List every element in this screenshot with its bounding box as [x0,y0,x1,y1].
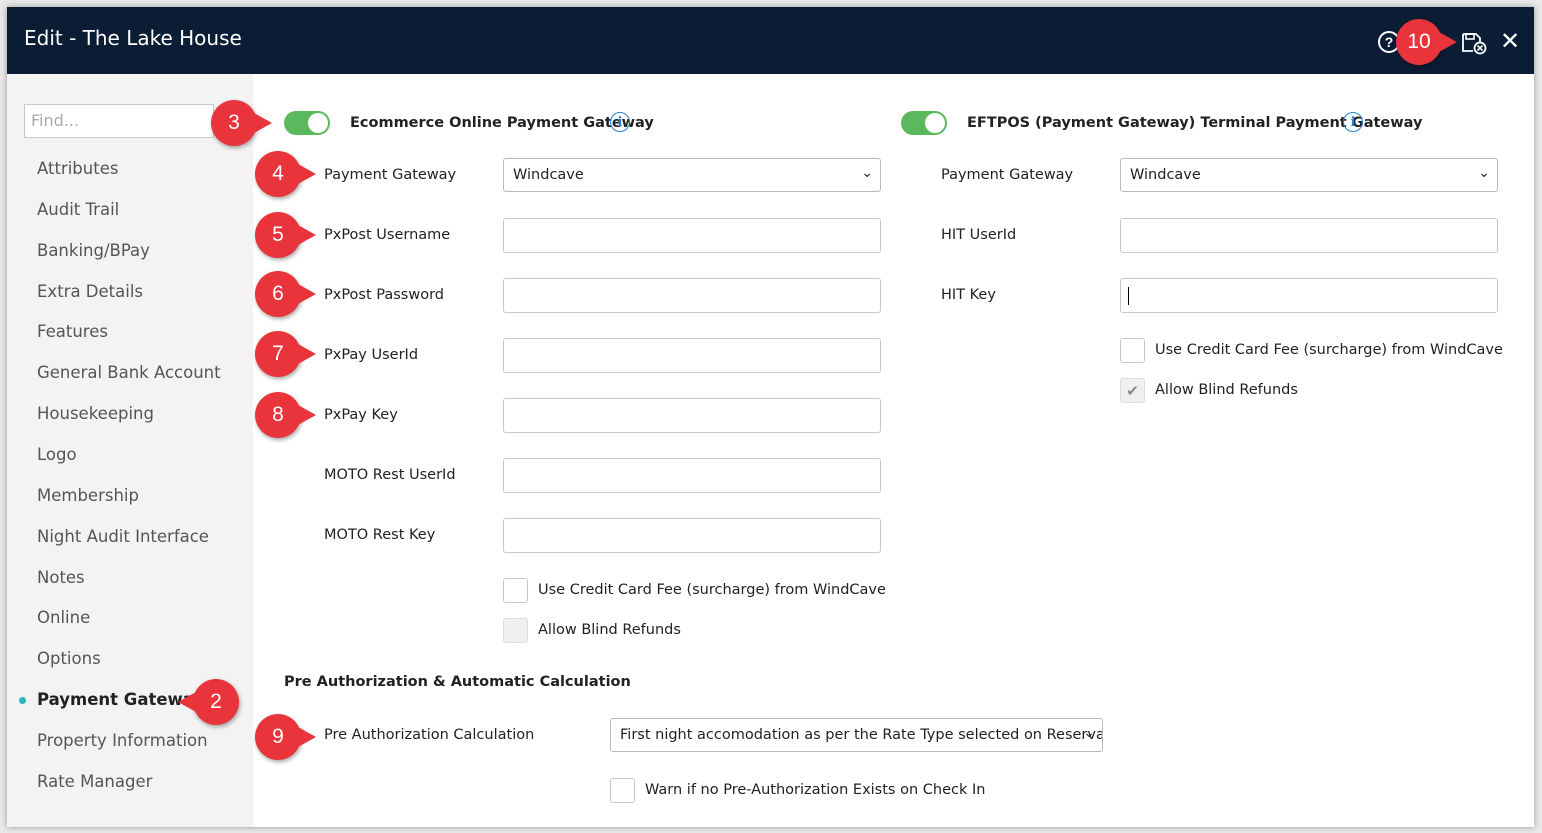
info-icon[interactable]: i [1343,112,1363,132]
ecommerce-surcharge-checkbox[interactable] [503,578,528,603]
ecommerce-heading: Ecommerce Online Payment Gateway [350,115,654,131]
eftpos-toggle[interactable] [901,111,947,135]
annotation-badge-4: 4 [255,151,316,197]
eftpos-surcharge-checkbox[interactable] [1120,338,1145,363]
sidebar-item-features[interactable]: Features [37,322,108,341]
sidebar-item-audit-trail[interactable]: Audit Trail [37,200,119,219]
sidebar-item-general-bank-account[interactable]: General Bank Account [37,363,221,382]
toggle-knob [925,113,945,133]
preauth-calc-select[interactable]: First night accomodation as per the Rate… [610,718,1103,752]
pxpay-key-label: PxPay Key [324,407,398,423]
close-icon[interactable]: ✕ [1498,28,1522,55]
dialog-title: Edit - The Lake House [24,26,242,50]
moto-key-input[interactable] [503,518,881,553]
preauth-heading: Pre Authorization & Automatic Calculatio… [284,674,631,690]
eftpos-blind-refunds-checkbox[interactable]: ✔ [1120,378,1145,403]
moto-userid-input[interactable] [503,458,881,493]
eftpos-payment-gateway-label: Payment Gateway [941,167,1074,183]
preauth-warn-checkbox[interactable] [610,778,635,803]
sidebar-item-online[interactable]: Online [37,608,90,627]
annotation-badge-3: 3 [211,100,272,146]
pxpay-userid-label: PxPay UserId [324,347,419,363]
selected-value: Windcave [1130,167,1201,183]
pxpost-username-input[interactable] [503,218,881,253]
sidebar-item-attributes[interactable]: Attributes [37,159,118,178]
annotation-badge-6: 6 [255,271,316,317]
ecommerce-surcharge-label: Use Credit Card Fee (surcharge) from Win… [538,582,886,598]
sidebar-item-extra-details[interactable]: Extra Details [37,282,143,301]
info-icon[interactable]: i [610,112,630,132]
sidebar-item-property-information[interactable]: Property Information [37,731,208,750]
toggle-knob [308,113,328,133]
payment-gateway-panel: Ecommerce Online Payment Gateway i Payme… [253,74,1534,827]
find-input[interactable]: Find... [24,104,214,138]
preauth-warn-label: Warn if no Pre-Authorization Exists on C… [645,782,986,798]
eftpos-payment-gateway-select[interactable]: Windcave ⌄ [1120,158,1498,192]
sidebar-item-housekeeping[interactable]: Housekeeping [37,404,154,423]
preauth-calc-label: Pre Authorization Calculation [324,727,535,743]
pxpay-userid-input[interactable] [503,338,881,373]
sidebar-item-logo[interactable]: Logo [37,445,77,464]
selected-value: First night accomodation as per the Rate… [620,727,1103,743]
sidebar-item-banking-bpay[interactable]: Banking/BPay [37,241,150,260]
chevron-down-icon: ⌄ [1478,165,1490,181]
moto-userid-label: MOTO Rest UserId [324,467,456,483]
hit-userid-input[interactable] [1120,218,1498,253]
ecommerce-blind-refunds-label: Allow Blind Refunds [538,622,681,638]
pxpost-password-label: PxPost Password [324,287,445,303]
hit-key-label: HIT Key [941,287,996,303]
annotation-badge-9: 9 [255,714,316,760]
pxpay-key-input[interactable] [503,398,881,433]
save-close-icon[interactable] [1461,31,1487,55]
ecommerce-payment-gateway-select[interactable]: Windcave ⌄ [503,158,881,192]
sidebar-item-notes[interactable]: Notes [37,568,85,587]
sidebar-item-membership[interactable]: Membership [37,486,139,505]
eftpos-surcharge-label: Use Credit Card Fee (surcharge) from Win… [1155,342,1503,358]
chevron-down-icon: ⌄ [861,165,873,181]
active-item-indicator [19,697,26,704]
annotation-badge-7: 7 [255,331,316,377]
pxpost-username-label: PxPost Username [324,227,451,243]
annotation-badge-2: 2 [178,679,239,725]
annotation-badge-10: 10 [1396,19,1457,65]
eftpos-blind-refunds-label: Allow Blind Refunds [1155,382,1298,398]
selected-value: Windcave [513,167,584,183]
text-caret [1128,287,1129,305]
pxpost-password-input[interactable] [503,278,881,313]
annotation-badge-5: 5 [255,212,316,258]
sidebar-item-night-audit-interface[interactable]: Night Audit Interface [37,527,209,546]
hit-key-input[interactable] [1120,278,1498,313]
hit-userid-label: HIT UserId [941,227,1017,243]
title-bar: Edit - The Lake House ? ✕ [7,7,1534,74]
annotation-badge-8: 8 [255,392,316,438]
sidebar-item-options[interactable]: Options [37,649,101,668]
ecommerce-toggle[interactable] [284,111,330,135]
moto-key-label: MOTO Rest Key [324,527,436,543]
ecommerce-blind-refunds-checkbox[interactable] [503,618,528,643]
ecommerce-payment-gateway-label: Payment Gateway [324,167,457,183]
chevron-down-icon: ⌄ [1083,725,1095,741]
sidebar-item-rate-manager[interactable]: Rate Manager [37,772,152,791]
